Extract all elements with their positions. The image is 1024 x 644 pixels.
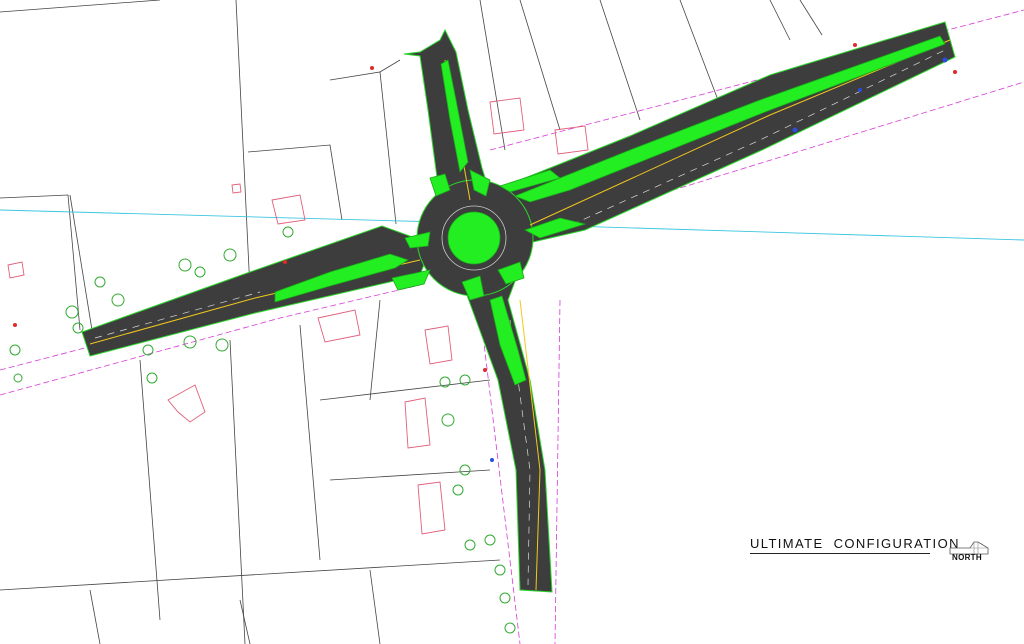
tree-icon [452, 484, 464, 496]
building [167, 384, 206, 423]
tree-icon [146, 372, 158, 384]
tree-icon [65, 305, 79, 319]
tree-icon [72, 322, 84, 334]
tree-icon [459, 374, 471, 386]
tree-icon [223, 248, 237, 262]
building [271, 194, 306, 225]
building [554, 125, 589, 155]
north-label: NORTH [952, 553, 982, 562]
tree-icon [459, 464, 471, 476]
tree-icon [464, 539, 476, 551]
building [417, 481, 446, 535]
tree-icon [178, 258, 192, 272]
building [424, 325, 453, 365]
tree-icon [142, 344, 154, 356]
tree-icon [499, 592, 511, 604]
plan-sheet: ULTIMATE CONFIGURATION NORTH [0, 0, 1024, 644]
tree-icon [111, 293, 125, 307]
tree-icon [494, 564, 506, 576]
road-pavement [81, 21, 956, 593]
west-approach [81, 225, 433, 357]
tree-icon [9, 344, 21, 356]
tree-icon [441, 413, 455, 427]
roundabout-icon [447, 211, 501, 265]
building [231, 183, 242, 194]
east-median [513, 35, 946, 203]
tree-icon [282, 226, 294, 238]
drawing-title: ULTIMATE CONFIGURATION [750, 536, 960, 551]
building [404, 397, 431, 449]
tree-icon [13, 373, 23, 383]
building [317, 309, 361, 343]
building [7, 261, 25, 279]
tree-icon [484, 534, 496, 546]
building [489, 97, 525, 135]
tree-icon [94, 276, 106, 288]
tree-icon [215, 338, 229, 352]
tree-icon [194, 266, 206, 278]
tree-icon [504, 622, 516, 634]
title-underline [750, 553, 930, 554]
